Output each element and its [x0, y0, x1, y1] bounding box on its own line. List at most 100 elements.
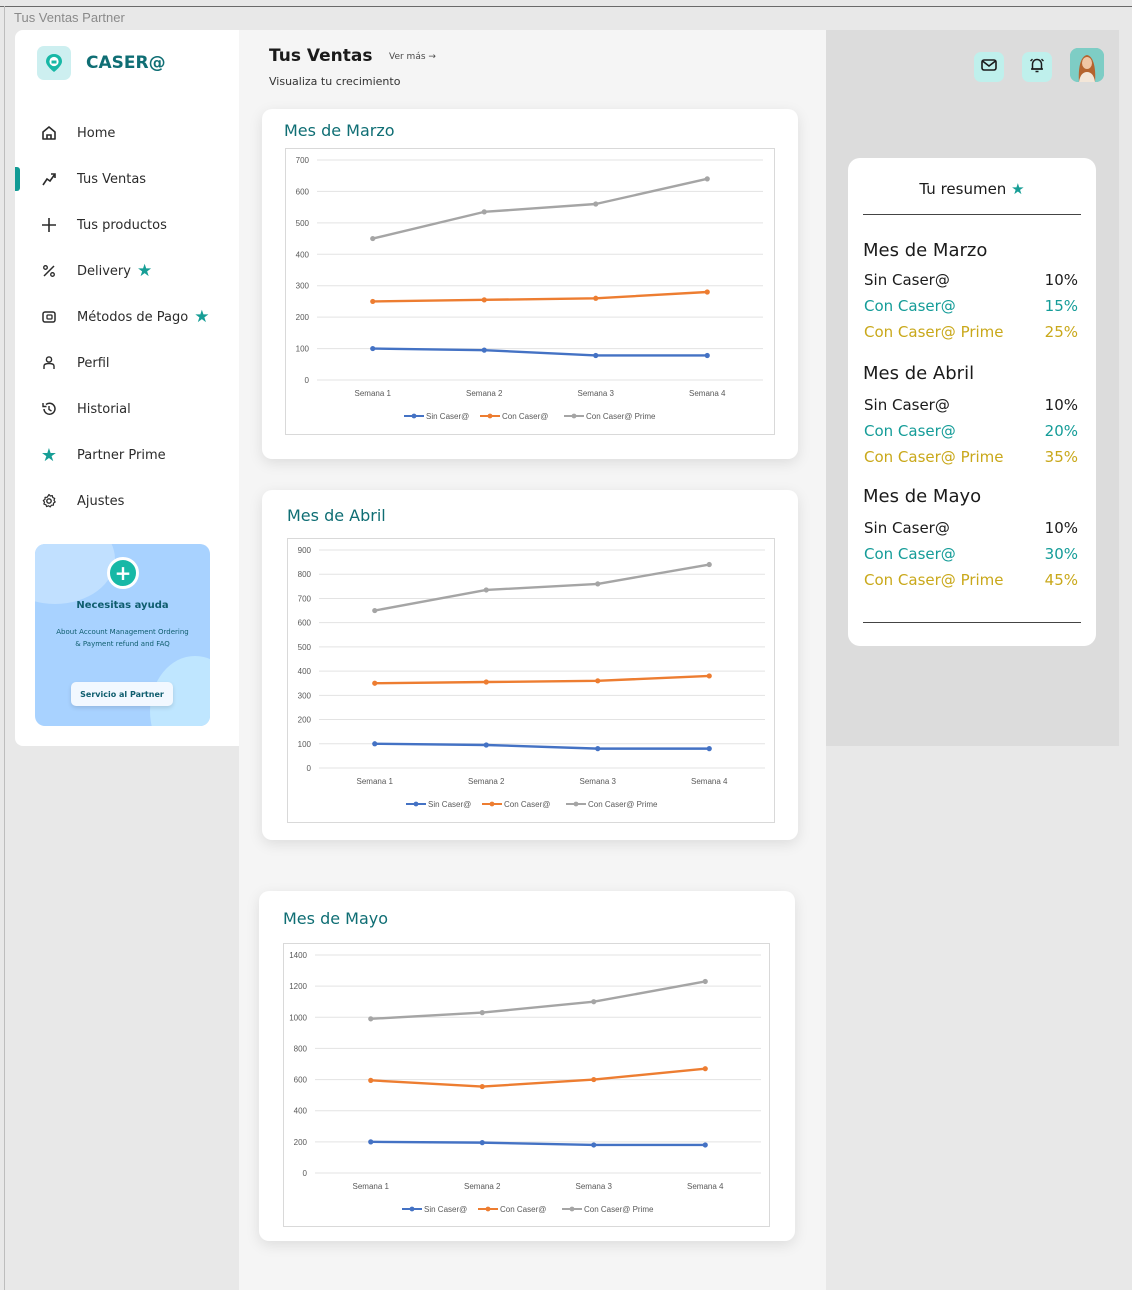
summary-title: Tu resumen ★ [848, 180, 1096, 198]
sidebar-item-tus-productos[interactable]: Tus productos [15, 202, 239, 248]
sidebar-item-label: Delivery [77, 263, 131, 279]
summary-month-title: Mes de Mayo [863, 486, 982, 507]
data-point [481, 297, 487, 303]
y-tick-label: 200 [294, 1138, 308, 1147]
notifications-button[interactable] [1022, 52, 1052, 82]
user-avatar[interactable] [1070, 48, 1104, 82]
data-point [370, 235, 376, 242]
main-content: Tus Ventas Ver más → Visualiza tu crecim… [239, 30, 826, 1290]
data-point [706, 673, 712, 679]
data-point [595, 746, 601, 752]
summary-row-value: 10% [1044, 396, 1078, 414]
sidebar-item-delivery[interactable]: Delivery ★ [15, 248, 239, 294]
data-point [372, 680, 378, 686]
y-tick-label: 200 [298, 716, 312, 725]
legend-marker [571, 413, 577, 419]
y-tick-label: 0 [305, 376, 310, 385]
y-tick-label: 600 [298, 619, 312, 628]
summary-row-value: 25% [1044, 323, 1078, 341]
brand-name: CASER@ [86, 53, 166, 73]
star-icon: ★ [1011, 180, 1025, 198]
partner-service-button[interactable]: Servicio al Partner [71, 682, 173, 706]
y-tick-label: 500 [298, 643, 312, 652]
data-point [704, 352, 710, 359]
data-point [591, 999, 597, 1005]
data-point [702, 1142, 708, 1148]
data-point [372, 607, 378, 614]
sidebar-item-label: Historial [77, 401, 131, 417]
summary-row-value: 10% [1044, 271, 1078, 289]
x-tick-label: Semana 4 [687, 1182, 724, 1191]
data-point [479, 1083, 485, 1090]
summary-row: Sin Caser@ 10% [864, 519, 1078, 537]
mail-icon [980, 56, 998, 78]
data-point [368, 1139, 374, 1145]
summary-row-label: Con Caser@ Prime [864, 323, 1004, 341]
data-point [704, 176, 710, 182]
y-tick-label: 400 [298, 667, 312, 676]
summary-row-value: 15% [1044, 297, 1078, 315]
summary-row: Con Caser@ Prime 45% [864, 571, 1078, 589]
data-point [481, 347, 487, 353]
line-chart: 0 100 200 300 400 500 600 700 Semana 1 Semana 2 Se… [285, 148, 775, 435]
legend-marker [569, 1206, 575, 1212]
summary-row-value: 45% [1044, 571, 1078, 589]
legend-marker [411, 413, 417, 419]
chart-card-abril: Mes de Abril 0 100 200 300 400 500 600 700 800 90… [262, 490, 798, 840]
wallet-icon [39, 307, 59, 327]
x-tick-label: Semana 2 [464, 1182, 501, 1191]
sidebar-item-partner-prime[interactable]: ★ Partner Prime [15, 432, 239, 478]
chart-card-mayo: Mes de Mayo 0 200 400 600 800 1000 1200 1400 Sem… [259, 891, 795, 1241]
sidebar-item-home[interactable]: Home [15, 110, 239, 156]
y-tick-label: 400 [296, 250, 310, 259]
star-icon: ★ [40, 444, 58, 466]
data-point [483, 587, 489, 593]
sidebar-item-label: Métodos de Pago [77, 309, 189, 325]
ver-mas-link[interactable]: Ver más → [389, 52, 436, 62]
page-subtitle: Visualiza tu crecimiento [269, 75, 401, 88]
summary-row-value: 20% [1044, 422, 1078, 440]
history-icon [39, 399, 59, 419]
data-point [479, 1140, 485, 1146]
x-tick-label: Semana 3 [580, 777, 617, 786]
legend-marker [573, 801, 579, 807]
home-icon [39, 123, 59, 143]
data-point [704, 289, 710, 295]
sidebar-item-label: Home [77, 125, 116, 141]
settings-icon [39, 491, 59, 511]
data-point [370, 345, 376, 352]
sidebar-item-perfil[interactable]: Perfil [15, 340, 239, 386]
help-description: About Account Management Ordering & Paym… [56, 628, 189, 648]
summary-row: Con Caser@ 15% [864, 297, 1078, 315]
sidebar-item-historial[interactable]: Historial [15, 386, 239, 432]
window-title: Tus Ventas Partner [14, 10, 125, 25]
summary-row-label: Con Caser@ [864, 297, 956, 315]
sidebar-item-label: Ajustes [77, 493, 125, 509]
summary-row: Con Caser@ Prime 35% [864, 448, 1078, 466]
add-circle-icon[interactable]: + [107, 557, 139, 589]
y-tick-label: 100 [296, 345, 310, 354]
chart-title: Mes de Marzo [284, 121, 395, 140]
summary-row-label: Sin Caser@ [864, 271, 950, 289]
summary-row: Con Caser@ Prime 25% [864, 323, 1078, 341]
star-icon: ★ [194, 306, 210, 327]
summary-row: Sin Caser@ 10% [864, 271, 1078, 289]
summary-row-label: Con Caser@ Prime [864, 448, 1004, 466]
y-tick-label: 300 [296, 282, 310, 291]
y-tick-label: 1000 [289, 1013, 307, 1022]
sidebar-item-metodos-de-pago[interactable]: Métodos de Pago ★ [15, 294, 239, 340]
mail-button[interactable] [974, 52, 1004, 82]
divider [863, 622, 1081, 623]
sidebar-item-tus-ventas[interactable]: Tus Ventas [15, 156, 239, 202]
y-tick-label: 600 [294, 1076, 308, 1085]
y-tick-label: 0 [303, 1169, 308, 1178]
active-indicator [15, 167, 20, 191]
page-title: Tus Ventas [269, 46, 373, 66]
sidebar-item-ajustes[interactable]: Ajustes [15, 478, 239, 524]
legend-marker [489, 801, 495, 807]
y-tick-label: 1200 [289, 982, 307, 991]
data-point [706, 746, 712, 752]
brand[interactable]: CASER@ [37, 46, 166, 80]
y-tick-label: 200 [296, 313, 310, 322]
data-point [483, 742, 489, 748]
